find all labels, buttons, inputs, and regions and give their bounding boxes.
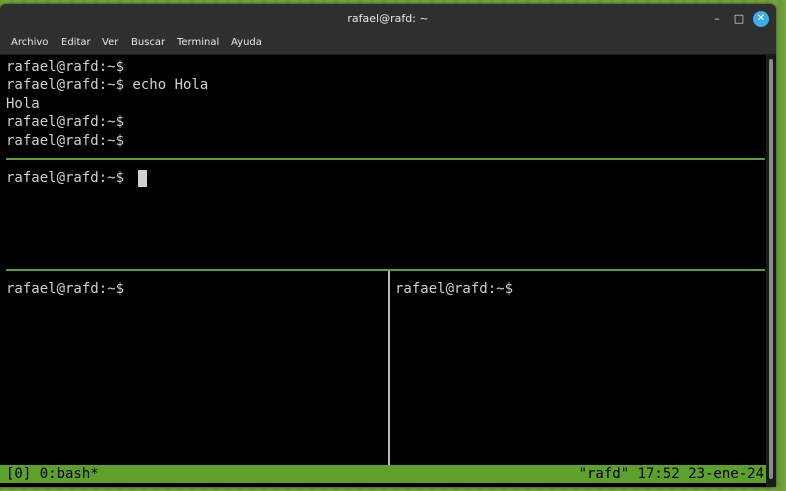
- pane-divider-vertical[interactable]: [388, 271, 390, 465]
- terminal-window: rafael@rafd: ~ – □ ✕ Archivo Editar Ver …: [0, 4, 776, 487]
- pane-divider-horizontal[interactable]: [6, 269, 765, 271]
- terminal-cursor: [138, 170, 147, 187]
- scrollbar[interactable]: [766, 55, 776, 487]
- menu-bar: Archivo Editar Ver Buscar Terminal Ayuda: [0, 34, 776, 55]
- status-window-list[interactable]: [0] 0:bash*: [6, 465, 99, 483]
- close-icon[interactable]: ✕: [753, 11, 769, 27]
- menu-buscar[interactable]: Buscar: [131, 34, 165, 54]
- terminal-line: rafael@rafd:~$ echo Hola: [6, 77, 209, 93]
- menu-archivo[interactable]: Archivo: [11, 34, 48, 54]
- terminal-line: rafael@rafd:~$: [6, 170, 125, 186]
- terminal-area[interactable]: rafael@rafd:~$ rafael@rafd:~$ echo Hola …: [0, 55, 766, 487]
- terminal-line: rafael@rafd:~$: [6, 133, 125, 149]
- terminal-line: Hola: [6, 96, 40, 112]
- menu-terminal[interactable]: Terminal: [177, 34, 219, 54]
- terminal-line: rafael@rafd:~$: [395, 281, 514, 297]
- tmux-status-bar: [0] 0:bash* "rafd" 17:52 23-ene-24: [0, 465, 766, 483]
- menu-editar[interactable]: Editar: [61, 34, 91, 54]
- pane-divider-horizontal[interactable]: [6, 158, 765, 160]
- menu-ver[interactable]: Ver: [102, 34, 118, 54]
- terminal-line: rafael@rafd:~$: [6, 281, 125, 297]
- terminal-line: rafael@rafd:~$: [6, 59, 125, 75]
- title-bar[interactable]: rafael@rafd: ~ – □ ✕: [0, 4, 776, 34]
- scrollbar-thumb[interactable]: [769, 59, 773, 479]
- maximize-icon[interactable]: □: [731, 11, 747, 27]
- status-host-clock: "rafd" 17:52 23-ene-24: [578, 466, 764, 482]
- window-title: rafael@rafd: ~: [347, 12, 429, 25]
- terminal-line: rafael@rafd:~$: [6, 114, 125, 130]
- menu-ayuda[interactable]: Ayuda: [231, 34, 262, 54]
- minimize-icon[interactable]: –: [709, 11, 725, 27]
